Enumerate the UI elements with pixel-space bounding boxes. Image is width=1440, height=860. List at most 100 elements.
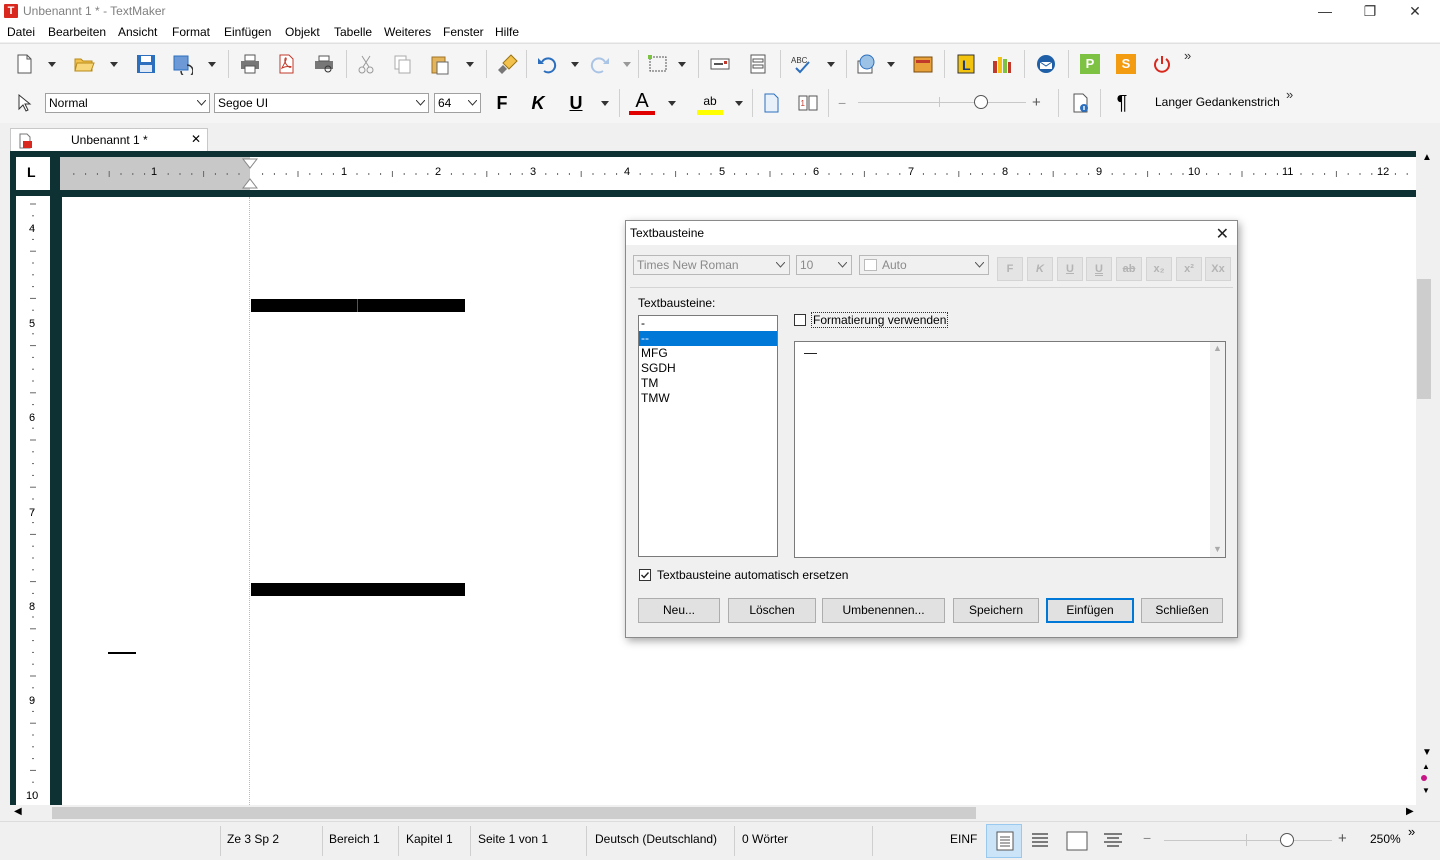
status-insert-mode[interactable]: EINF — [950, 832, 977, 846]
insert-button[interactable]: Einfügen — [1046, 598, 1134, 623]
undo-button[interactable] — [533, 50, 561, 78]
document-tab-close[interactable]: ✕ — [191, 132, 201, 146]
print-preview-button[interactable] — [310, 50, 338, 78]
vertical-ruler[interactable]: 4 5 6 7 8 9 10 — [16, 196, 50, 805]
scroll-down-icon[interactable]: ▼ — [1422, 747, 1432, 758]
auto-replace-checkbox[interactable] — [639, 569, 651, 581]
save-as-button[interactable] — [168, 50, 196, 78]
minimize-button[interactable]: — — [1302, 0, 1348, 22]
exit-button[interactable] — [1148, 50, 1176, 78]
show-formatting-marks-button[interactable]: ¶ — [1108, 89, 1136, 117]
underline-button[interactable]: U — [562, 89, 590, 117]
copy-button[interactable] — [388, 50, 416, 78]
open-dropdown[interactable] — [108, 50, 120, 78]
status-zoom-track[interactable] — [1164, 840, 1332, 841]
horizontal-scrollbar[interactable]: ◀ ▶ — [0, 805, 1440, 821]
menu-format[interactable]: Format — [172, 25, 210, 39]
form-button[interactable] — [744, 50, 772, 78]
underline-dropdown[interactable] — [599, 89, 611, 117]
status-zoom-thumb[interactable] — [1280, 833, 1294, 847]
duden-button[interactable] — [988, 50, 1016, 78]
highlight-dropdown[interactable] — [733, 89, 745, 117]
menu-fenster[interactable]: Fenster — [443, 25, 484, 39]
status-overflow[interactable]: » — [1408, 824, 1415, 839]
italic-button[interactable]: K — [524, 89, 552, 117]
preview-scrollbar[interactable]: ▲ ▼ — [1210, 342, 1225, 557]
status-zoom-in[interactable]: + — [1338, 830, 1347, 847]
status-language[interactable]: Deutsch (Deutschland) — [595, 832, 717, 846]
menu-einfuegen[interactable]: Einfügen — [224, 25, 271, 39]
paragraph-style-combo[interactable]: Normal — [45, 93, 210, 113]
scroll-thumb[interactable] — [1417, 279, 1431, 399]
zoom-out-icon[interactable]: − — [838, 95, 846, 111]
use-formatting-checkbox[interactable] — [794, 314, 806, 326]
menu-tabelle[interactable]: Tabelle — [334, 25, 372, 39]
view-outline-icon[interactable] — [1030, 831, 1050, 851]
menu-ansicht[interactable]: Ansicht — [118, 25, 157, 39]
font-color-dropdown[interactable] — [666, 89, 678, 117]
list-item[interactable]: MFG — [639, 346, 777, 361]
prev-page-icon[interactable]: ▲ — [1422, 762, 1430, 771]
web-button[interactable] — [853, 50, 881, 78]
preview-textarea[interactable]: — ▲ ▼ — [794, 341, 1226, 558]
document-tab[interactable]: Unbenannt 1 * ✕ — [10, 128, 208, 152]
status-zoom-value[interactable]: 250% — [1370, 832, 1401, 846]
dialog-close-button[interactable]: ✕ — [1216, 224, 1229, 244]
scroll-right-icon[interactable]: ▶ — [1406, 806, 1414, 817]
view-master-icon[interactable] — [1102, 831, 1124, 851]
menu-datei[interactable]: Datei — [7, 25, 35, 39]
status-zoom-out[interactable]: − — [1143, 830, 1151, 846]
redo-dropdown[interactable] — [621, 50, 633, 78]
menu-hilfe[interactable]: Hilfe — [495, 25, 519, 39]
presentations-button[interactable]: P — [1076, 50, 1104, 78]
scroll-left-icon[interactable]: ◀ — [14, 806, 22, 817]
redo-button[interactable] — [586, 50, 614, 78]
delete-button[interactable]: Löschen — [728, 598, 816, 623]
save-block-button[interactable]: Speichern — [953, 598, 1039, 623]
textmaker-app-icon[interactable]: T — [4, 4, 18, 18]
list-item[interactable]: SGDH — [639, 361, 777, 376]
insert-frame-button[interactable] — [644, 50, 672, 78]
paste-button[interactable] — [426, 50, 454, 78]
tab-stop-selector[interactable]: L — [16, 157, 50, 190]
thunderbird-button[interactable] — [1032, 50, 1060, 78]
columns-button[interactable]: 1 — [794, 89, 822, 117]
close-window-button[interactable]: ✕ — [1392, 0, 1438, 22]
new-button[interactable]: Neu... — [638, 598, 720, 623]
list-item[interactable]: - — [639, 316, 777, 331]
print-button[interactable] — [236, 50, 264, 78]
view-normal-button[interactable] — [986, 824, 1022, 858]
save-dropdown[interactable] — [206, 50, 218, 78]
zoom-slider-thumb[interactable] — [974, 95, 988, 109]
highlight-button[interactable]: ab — [696, 89, 724, 117]
bold-button[interactable]: F — [488, 89, 516, 117]
use-formatting-label[interactable]: Formatierung verwenden — [811, 312, 949, 328]
new-dropdown[interactable] — [46, 50, 58, 78]
dictionary-button[interactable] — [909, 50, 937, 78]
font-name-combo[interactable]: Segoe UI — [214, 93, 429, 113]
zoom-in-icon[interactable]: + — [1032, 94, 1041, 111]
rename-button[interactable]: Umbenennen... — [822, 598, 945, 623]
spellcheck-dropdown[interactable] — [825, 50, 837, 78]
textbausteine-list[interactable]: - -- MFG SGDH TM TMW — [638, 315, 778, 557]
toolbar2-overflow[interactable]: » — [1286, 87, 1293, 102]
list-item-selected[interactable]: -- — [639, 331, 777, 346]
frame-dropdown[interactable] — [676, 50, 688, 78]
langenscheidt-button[interactable]: L — [952, 50, 980, 78]
auto-replace-label[interactable]: Textbausteine automatisch ersetzen — [657, 568, 848, 582]
zoom-slider-track[interactable] — [858, 102, 1026, 103]
menu-bearbeiten[interactable]: Bearbeiten — [48, 25, 106, 39]
insert-field-button[interactable] — [706, 50, 734, 78]
spellcheck-button[interactable]: ABC — [787, 50, 815, 78]
open-button[interactable] — [70, 50, 98, 78]
scroll-down-icon[interactable]: ▼ — [1213, 544, 1222, 554]
format-painter-button[interactable] — [494, 50, 522, 78]
export-pdf-button[interactable] — [272, 50, 300, 78]
undo-dropdown[interactable] — [569, 50, 581, 78]
page-layout-button[interactable] — [757, 89, 785, 117]
scroll-up-icon[interactable]: ▲ — [1422, 152, 1432, 163]
font-size-combo[interactable]: 64 — [434, 93, 481, 113]
cut-button[interactable] — [352, 50, 380, 78]
paste-dropdown[interactable] — [464, 50, 476, 78]
view-page-icon[interactable] — [1066, 831, 1088, 851]
